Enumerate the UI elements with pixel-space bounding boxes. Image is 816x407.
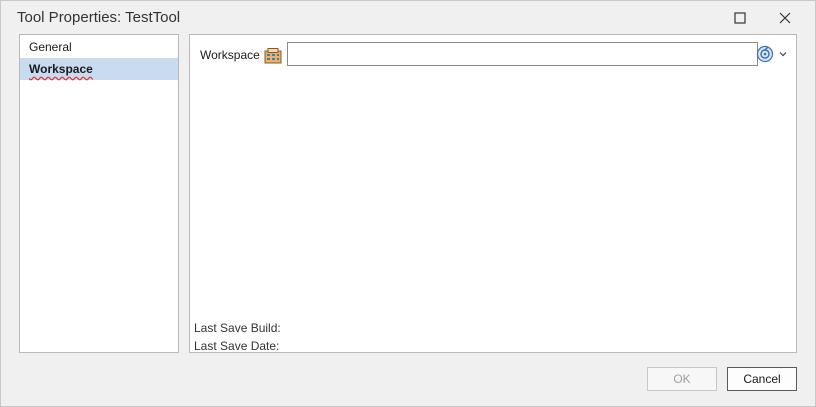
workspace-label: Workspace [200,48,260,62]
title-bar: Tool Properties: TestTool [1,1,815,35]
maximize-button[interactable] [723,5,757,31]
workspace-type-icon [264,48,282,64]
close-button[interactable] [768,5,802,31]
window-title: Tool Properties: TestTool [17,9,181,26]
close-icon [779,12,791,24]
sidebar: General Workspace [19,34,179,353]
workspace-input[interactable] [287,42,758,66]
tool-properties-dialog: Tool Properties: TestTool General Worksp… [0,0,816,407]
maximize-icon [734,12,746,24]
sidebar-item-label: Workspace [29,62,93,76]
chevron-down-icon[interactable] [778,49,788,59]
sidebar-item-label: General [29,40,72,54]
browse-icon[interactable] [756,45,774,63]
sidebar-item-workspace[interactable]: Workspace [20,58,178,80]
workspace-panel: Workspace Last Save Build: Last Save Dat… [189,34,797,353]
sidebar-item-general[interactable]: General [20,36,178,58]
ok-button[interactable]: OK [647,367,717,391]
cancel-button[interactable]: Cancel [727,367,797,391]
last-save-date-label: Last Save Date: [194,339,280,353]
last-save-build-label: Last Save Build: [194,321,281,335]
